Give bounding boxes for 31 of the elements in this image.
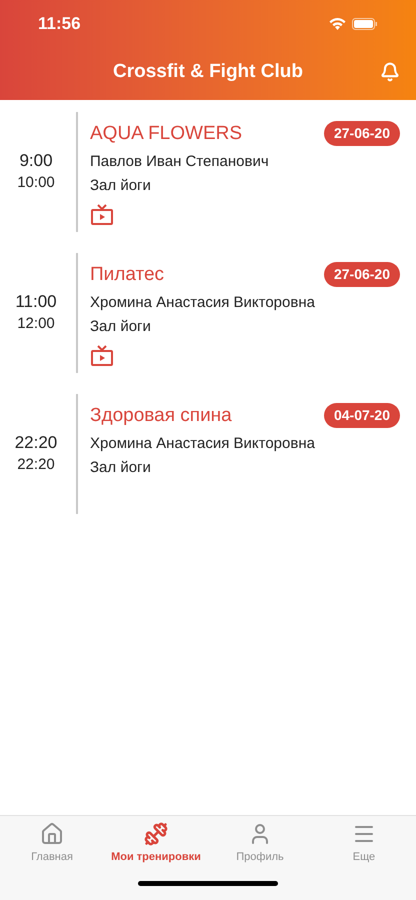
date-badge: 27-06-20 (324, 262, 400, 287)
notification-bell-icon[interactable] (380, 62, 400, 82)
end-time: 12:00 (17, 314, 55, 334)
tab-item[interactable]: Мои тренировки (104, 816, 208, 866)
app-title: Crossfit & Fight Club (113, 60, 303, 84)
tv-play-icon[interactable] (90, 345, 114, 367)
date-badge: 04-07-20 (324, 403, 400, 428)
status-time: 11:56 (38, 13, 81, 36)
start-time: 22:20 (14, 432, 58, 454)
tab-item[interactable]: Главная (0, 816, 104, 866)
home-icon (40, 822, 64, 846)
end-time: 22:20 (17, 455, 55, 475)
start-time: 11:00 (15, 291, 57, 313)
room-name: Зал йоги (90, 176, 152, 196)
tv-play-icon[interactable] (90, 204, 114, 226)
tab-item[interactable]: Профиль (208, 816, 312, 866)
trainer-name: Павлов Иван Степанович (90, 152, 270, 172)
tab-item[interactable]: Еще (312, 816, 416, 866)
dumbbell-icon (144, 822, 168, 846)
room-name: Зал йоги (90, 317, 152, 337)
start-time: 9:00 (19, 150, 53, 172)
date-badge: 27-06-20 (324, 121, 400, 146)
room-name: Зал йоги (90, 458, 152, 478)
battery-icon (352, 18, 378, 30)
trainer-name: Хромина Анастасия Викторовна (90, 434, 316, 454)
class-title[interactable]: Здоровая спина (90, 404, 232, 428)
end-time: 10:00 (17, 173, 55, 193)
trainer-name: Хромина Анастасия Викторовна (90, 293, 316, 313)
wifi-icon (329, 18, 346, 30)
class-title[interactable]: Пилатес (90, 262, 164, 286)
class-title[interactable]: AQUA FLOWERS (90, 122, 242, 146)
